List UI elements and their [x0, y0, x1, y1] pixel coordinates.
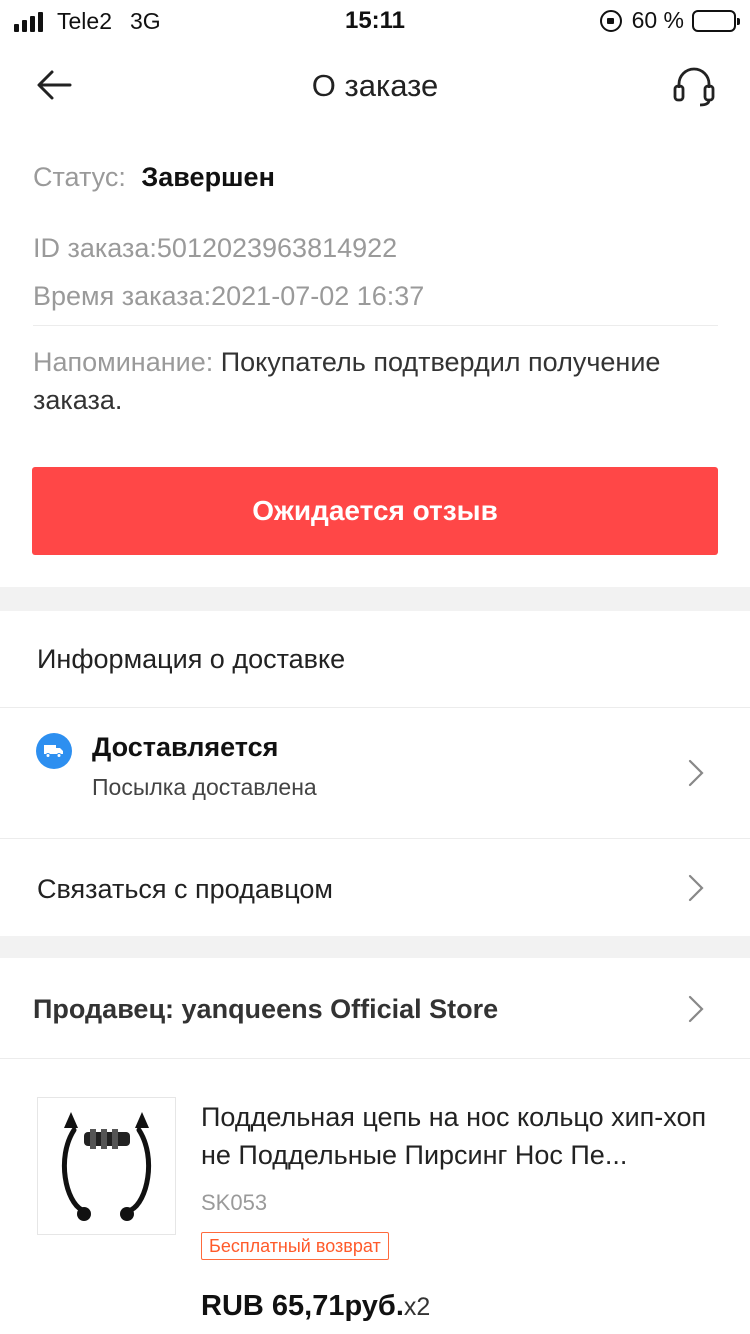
headset-icon: [673, 67, 715, 107]
status-label: Статус:: [33, 162, 126, 192]
section-gap: [0, 936, 750, 958]
reminder-label: Напоминание:: [33, 347, 214, 377]
product-image[interactable]: [37, 1097, 176, 1235]
product-price: RUB 65,71руб.: [201, 1290, 404, 1322]
chevron-right-icon: [688, 759, 704, 787]
seller-row[interactable]: Продавец: yanqueens Official Store: [0, 958, 750, 1058]
product-sku: SK053: [201, 1190, 268, 1215]
support-button[interactable]: [670, 62, 718, 110]
divider: [33, 325, 718, 326]
contact-seller-label: Связаться с продавцом: [37, 874, 333, 904]
order-status: Статус: Завершен: [33, 162, 275, 193]
battery-icon: [692, 9, 740, 32]
page-title: О заказе: [311, 68, 439, 103]
nose-ring-image: [61, 1112, 152, 1221]
divider: [0, 1058, 750, 1059]
order-time: Время заказа:2021-07-02 16:37: [33, 281, 425, 311]
status-bar: Tele2 3G 15:11 60 %: [0, 0, 750, 42]
chevron-right-icon: [688, 874, 704, 902]
delivery-status-title: Доставляется: [92, 732, 279, 762]
status-value: Завершен: [141, 162, 275, 192]
section-gap: [0, 587, 750, 611]
delivery-status-row[interactable]: Доставляется Посылка доставлена: [0, 708, 750, 838]
contact-seller-row[interactable]: Связаться с продавцом: [0, 838, 750, 936]
delivery-section-title: Информация о доставке: [37, 644, 346, 674]
product-price-row: RUB 65,71руб.x2: [201, 1290, 430, 1323]
product-quantity: x2: [403, 1293, 431, 1321]
free-return-badge: Бесплатный возврат: [201, 1232, 389, 1260]
chevron-right-icon: [688, 995, 704, 1023]
orientation-lock-icon: [599, 9, 622, 32]
seller-name: Продавец: yanqueens Official Store: [33, 994, 499, 1024]
awaiting-review-button[interactable]: Ожидается отзыв: [32, 467, 718, 555]
order-id: ID заказа:5012023963814922: [33, 233, 398, 263]
battery-percent: 60 %: [631, 7, 684, 33]
delivery-status-subtitle: Посылка доставлена: [92, 774, 317, 800]
order-reminder: Напоминание: Покупатель подтвердил получ…: [33, 343, 673, 419]
truck-icon: [36, 733, 72, 769]
app-header: О заказе: [0, 42, 750, 130]
product-title[interactable]: Поддельная цепь на нос кольцо хип-хоп не…: [201, 1098, 721, 1174]
